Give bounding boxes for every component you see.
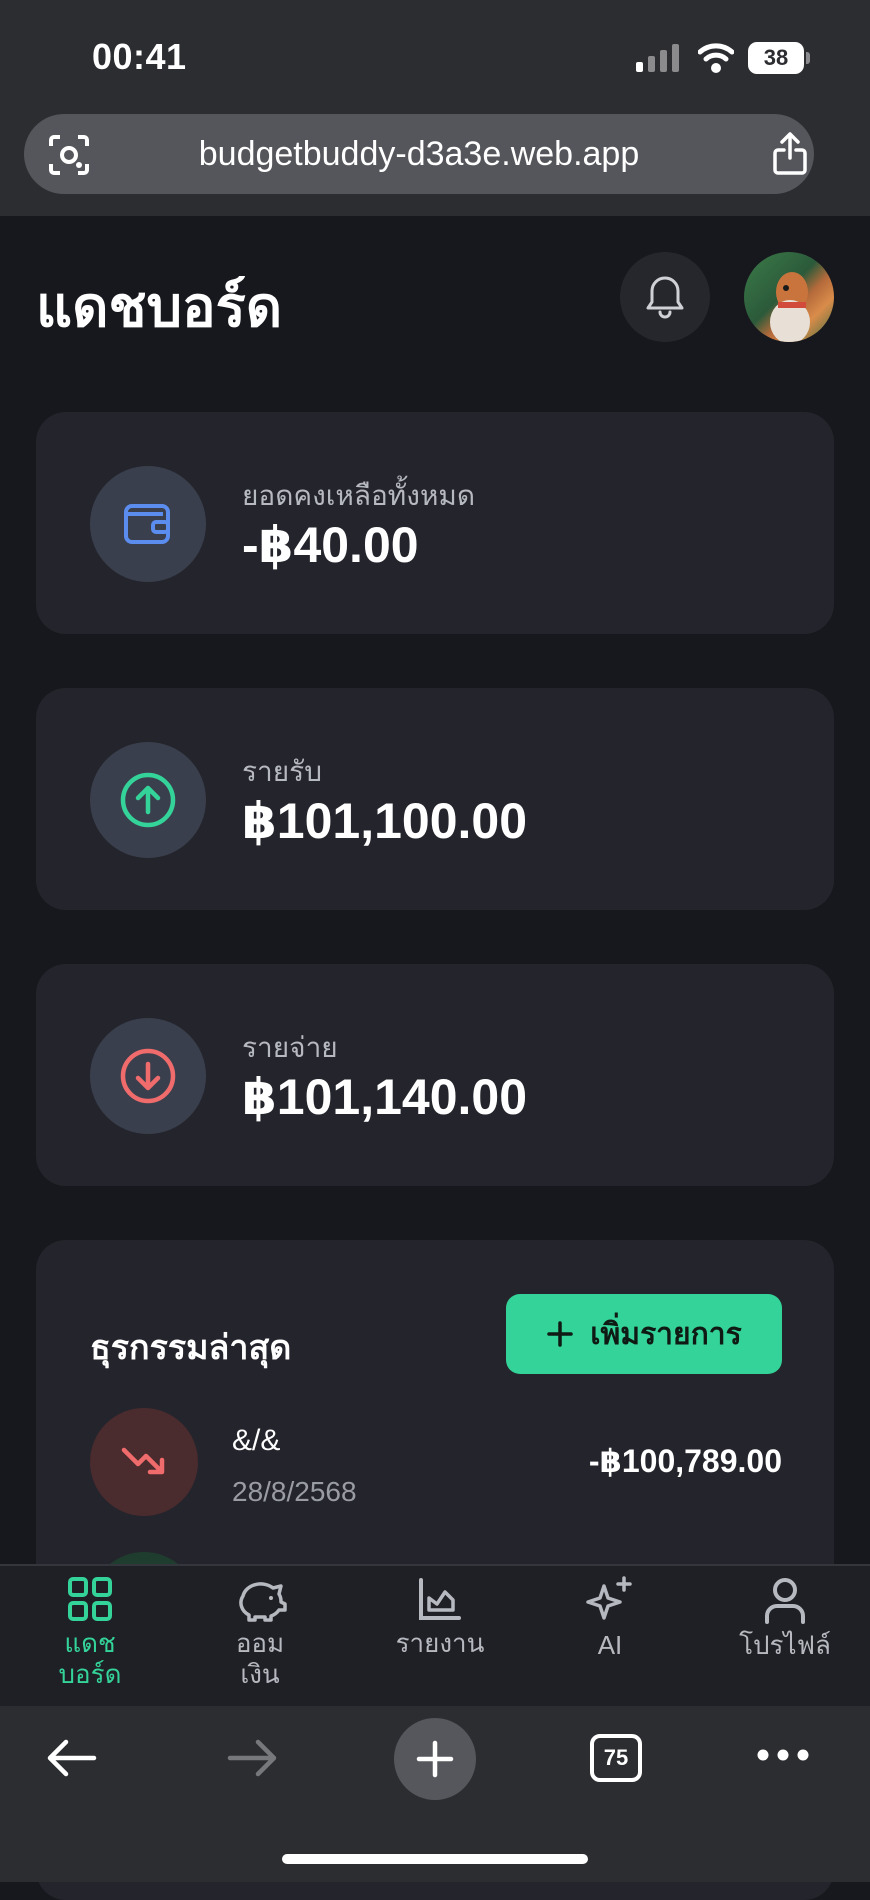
balance-value: -฿40.00 — [242, 517, 419, 573]
nav-ai-label: AI — [597, 1630, 623, 1660]
avatar[interactable] — [744, 252, 834, 342]
balance-label: ยอดคงเหลือทั้งหมด — [242, 480, 476, 511]
url-bar[interactable]: budgetbuddy-d3a3e.web.app — [24, 114, 814, 194]
piggy-bank-icon — [239, 1582, 287, 1622]
arrow-down-circle-icon — [120, 1048, 176, 1104]
transactions-title: ธุรกรรมล่าสุด — [90, 1329, 292, 1367]
trending-down-icon — [121, 1447, 165, 1475]
add-transaction-label: เพิ่มรายการ — [590, 1317, 742, 1351]
dashboard-grid-icon — [68, 1577, 112, 1621]
nav-reports-label: รายงาน — [395, 1628, 485, 1658]
income-card: รายรับ ฿101,100.00 — [36, 688, 834, 910]
arrow-up-circle-icon — [120, 772, 176, 828]
battery-level: 38 — [748, 42, 804, 74]
home-indicator[interactable] — [282, 1854, 588, 1864]
expense-card: รายจ่าย ฿101,140.00 — [36, 964, 834, 1186]
balance-icon-wrap — [90, 466, 206, 582]
nav-dashboard-label-1: แดช — [64, 1628, 116, 1658]
nav-dashboard-label-2: บอร์ด — [58, 1659, 122, 1690]
plus-icon — [416, 1740, 454, 1778]
transaction-date: 28/8/2568 — [232, 1476, 357, 1507]
wifi-icon — [698, 43, 734, 73]
tabs-button[interactable]: 75 — [590, 1734, 642, 1782]
browser-toolbar: 75 — [0, 1706, 870, 1882]
income-value: ฿101,100.00 — [242, 793, 528, 849]
notifications-button[interactable] — [620, 252, 710, 342]
nav-savings[interactable]: ออม เงิน — [200, 1566, 320, 1708]
share-icon[interactable] — [772, 132, 808, 176]
nav-savings-label-1: ออม — [235, 1628, 285, 1658]
browser-top-chrome: 00:41 38 budgetbuddy-d3a3e.web.app — [0, 0, 870, 216]
url-text[interactable]: budgetbuddy-d3a3e.web.app — [24, 114, 814, 194]
user-icon — [765, 1578, 805, 1624]
page-title: แดชบอร์ด — [36, 275, 283, 338]
nav-profile[interactable]: โปรไฟล์ — [720, 1566, 850, 1708]
income-icon-wrap — [90, 742, 206, 858]
plus-icon — [547, 1321, 574, 1347]
transaction-name[interactable]: &/& — [232, 1424, 280, 1458]
transaction-amount: -฿100,789.00 — [588, 1443, 782, 1479]
more-options-icon[interactable] — [756, 1748, 810, 1762]
battery-indicator: 38 — [748, 42, 810, 74]
chart-icon — [419, 1578, 461, 1620]
nav-dashboard[interactable]: แดช บอร์ด — [30, 1566, 150, 1708]
add-transaction-button[interactable]: เพิ่มรายการ — [506, 1294, 782, 1374]
new-tab-button[interactable] — [394, 1718, 476, 1800]
battery-tip — [806, 52, 810, 64]
transaction-icon — [90, 1408, 198, 1516]
nav-ai[interactable]: AI — [560, 1566, 660, 1708]
bottom-nav: แดช บอร์ด ออม เงิน รายงาน AI โปรไฟล์ — [0, 1564, 870, 1708]
nav-profile-label: โปรไฟล์ — [739, 1630, 831, 1660]
nav-savings-label-2: เงิน — [240, 1659, 280, 1690]
sparkles-icon — [586, 1576, 632, 1620]
back-arrow-icon[interactable] — [44, 1736, 98, 1780]
nav-reports[interactable]: รายงาน — [370, 1566, 510, 1708]
cellular-signal-icon — [636, 44, 679, 72]
expense-label: รายจ่าย — [242, 1032, 338, 1063]
status-time: 00:41 — [92, 36, 187, 77]
expense-icon-wrap — [90, 1018, 206, 1134]
income-label: รายรับ — [242, 756, 322, 787]
camera-search-icon[interactable] — [48, 134, 90, 176]
wallet-icon — [124, 504, 170, 544]
bell-icon — [646, 276, 684, 319]
balance-card: ยอดคงเหลือทั้งหมด -฿40.00 — [36, 412, 834, 634]
expense-value: ฿101,140.00 — [242, 1069, 528, 1125]
forward-arrow-icon[interactable] — [226, 1736, 280, 1780]
dog-photo — [770, 272, 810, 342]
